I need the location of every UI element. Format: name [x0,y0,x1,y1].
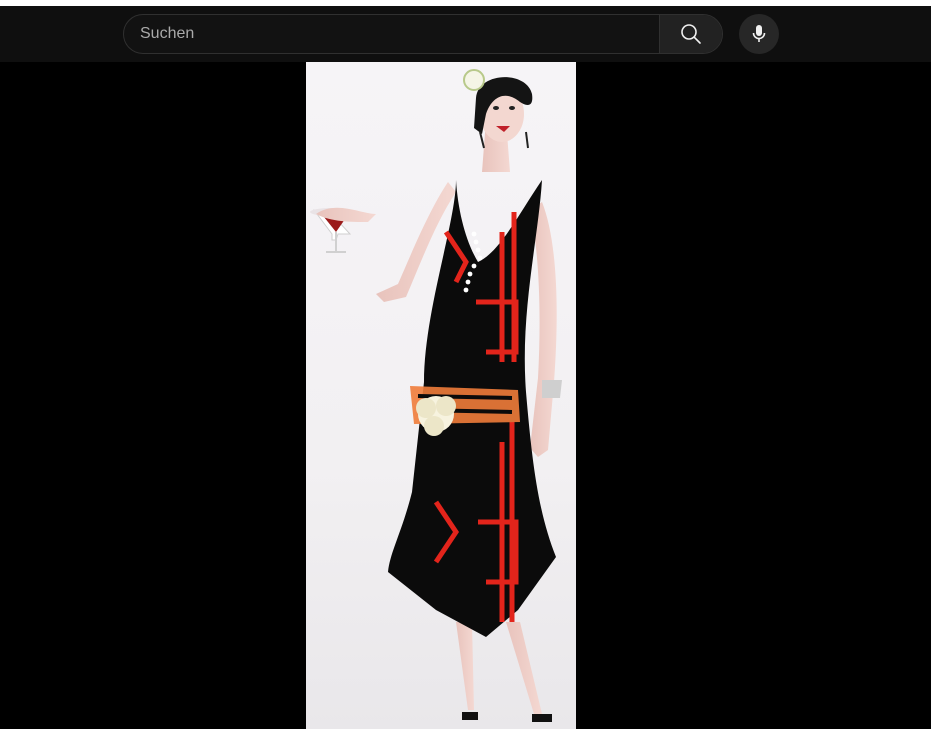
masthead [0,6,931,62]
video-frame [306,62,576,729]
search-button[interactable] [659,15,722,53]
hair-flower [463,69,485,91]
video-player[interactable] [0,62,931,729]
flapper-illustration [310,69,562,722]
bracelet [542,380,562,398]
right-leg [506,622,542,714]
voice-search-button[interactable] [739,14,779,54]
left-shoe [462,712,478,720]
search-box [123,14,723,54]
search-icon [681,24,701,44]
search-input[interactable] [124,15,659,53]
app-window [0,0,931,730]
left-leg [456,622,474,710]
right-shoe [532,714,552,722]
microphone-icon [752,25,766,42]
